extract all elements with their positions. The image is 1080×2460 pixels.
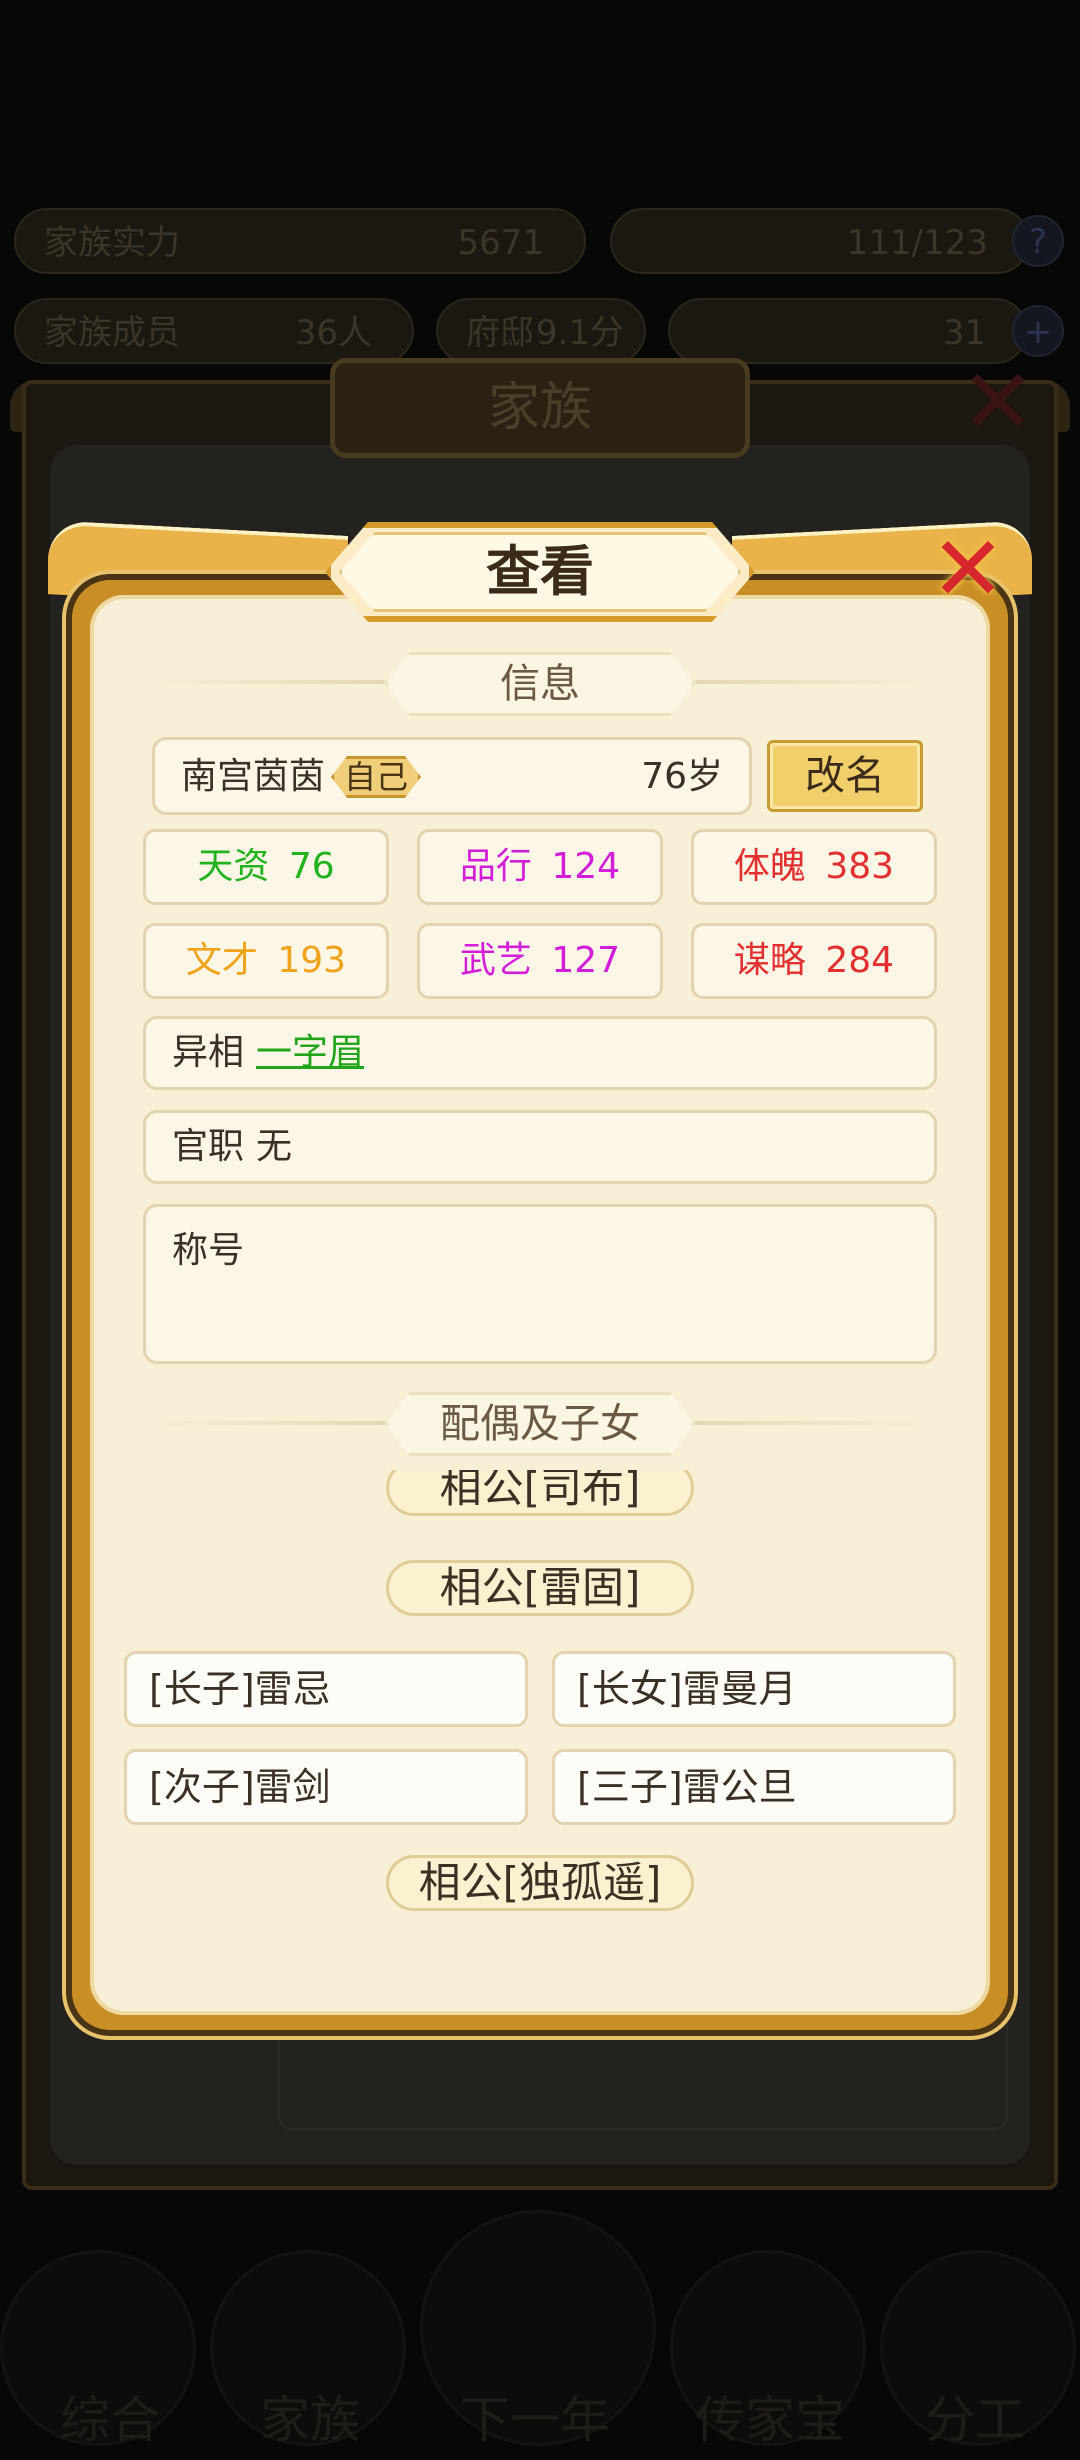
bg-nav-label-5: 分工 <box>925 2391 1025 2449</box>
stat-talent-value: 76 <box>288 846 335 887</box>
stat-morality: 品行 124 <box>417 829 663 905</box>
honor-title-field: 称号 <box>143 1204 937 1364</box>
dialog-title: 查看 <box>339 532 741 612</box>
stat-morality-value: 124 <box>551 846 621 887</box>
office-label: 官职 <box>172 1126 245 1167</box>
stat-literary-value: 193 <box>277 940 347 981</box>
bg-close-icon: ✕ <box>960 350 1036 455</box>
bg-stat-family-power: 家族实力 5671 <box>14 208 586 274</box>
bg-nav-label-1: 综合 <box>60 2391 160 2449</box>
office-value: 无 <box>256 1126 293 1167</box>
self-tag: 自己 <box>331 756 421 798</box>
rename-button[interactable]: 改名 <box>767 740 923 812</box>
spouse-tag-1[interactable]: 相公[司布] <box>386 1470 694 1516</box>
stat-strategy-label: 谋略 <box>733 940 806 981</box>
bg-nav-label-3: 下一年 <box>460 2391 610 2449</box>
character-age: 76岁 <box>641 756 723 797</box>
trait-label: 异相 <box>172 1032 245 1073</box>
spouse-tag-3[interactable]: 相公[独孤遥] <box>386 1855 694 1911</box>
stat-talent-label: 天资 <box>197 846 270 887</box>
stat-martial: 武艺 127 <box>417 923 663 999</box>
trait-field: 异相 一字眉 <box>143 1016 937 1090</box>
close-button[interactable]: ✕ <box>918 520 1018 620</box>
stat-martial-value: 127 <box>551 940 621 981</box>
bg-nav-label-4: 传家宝 <box>695 2391 845 2449</box>
stat-physique-value: 383 <box>825 846 895 887</box>
stat-physique-label: 体魄 <box>733 846 806 887</box>
stat-strategy: 谋略 284 <box>691 923 937 999</box>
family-section-header: 配偶及子女 <box>385 1392 695 1456</box>
stat-martial-label: 武艺 <box>459 940 532 981</box>
stat-strategy-value: 284 <box>825 940 895 981</box>
child-item[interactable]: [长女]雷曼月 <box>552 1651 956 1727</box>
bg-help-icon: ? <box>1012 215 1064 267</box>
child-item[interactable]: [三子]雷公旦 <box>552 1749 956 1825</box>
spouse-tag-2[interactable]: 相公[雷固] <box>386 1560 694 1616</box>
family-header-line-left <box>145 1421 385 1425</box>
bg-stat-mansion: 府邸 9.1分 <box>436 298 646 364</box>
stat-literary: 文才 193 <box>143 923 389 999</box>
honor-title-label: 称号 <box>172 1230 245 1271</box>
family-scroll-area[interactable]: 相公[司布] 相公[雷固] [长子]雷忌 [长女]雷曼月 [次子]雷剑 [三子]… <box>110 1470 970 1950</box>
stat-morality-label: 品行 <box>459 846 532 887</box>
character-name: 南宫茵茵 <box>181 756 326 797</box>
office-field: 官职 无 <box>143 1110 937 1184</box>
child-item[interactable]: [长子]雷忌 <box>124 1651 528 1727</box>
stat-literary-label: 文才 <box>185 940 258 981</box>
info-header-line-left <box>145 680 385 684</box>
bg-stat-members: 家族成员 36人 <box>14 298 414 364</box>
stat-talent: 天资 76 <box>143 829 389 905</box>
bg-panel-title: 家族 <box>330 358 750 458</box>
family-header-line-right <box>695 1421 935 1425</box>
name-field: 南宫茵茵 自己 76岁 <box>152 737 752 815</box>
bg-stat-resource: 111/123 <box>610 208 1030 274</box>
info-header-line-right <box>695 680 935 684</box>
child-item[interactable]: [次子]雷剑 <box>124 1749 528 1825</box>
trait-link[interactable]: 一字眉 <box>256 1019 364 1087</box>
close-x-icon: ✕ <box>930 517 1006 622</box>
bg-nav-label-2: 家族 <box>260 2391 360 2449</box>
stat-physique: 体魄 383 <box>691 829 937 905</box>
info-section-header: 信息 <box>385 652 695 716</box>
